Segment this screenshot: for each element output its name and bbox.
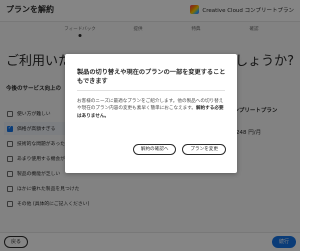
- change-plan-dialog: 製品の切り替えや現在のプランの一部を変更することもできます お客様のニーズに最適…: [65, 54, 237, 173]
- divider: [77, 90, 225, 91]
- dialog-title: 製品の切り替えや現在のプランの一部を変更することもできます: [77, 69, 226, 85]
- dialog-body: お客様のニーズに最適なプランをご紹介します。他の製品への切り替えや現在のプラン内…: [77, 98, 227, 120]
- change-plan-button[interactable]: プランを変更: [182, 144, 226, 155]
- confirm-cancel-button[interactable]: 解約の確認へ: [132, 144, 177, 155]
- dialog-buttons: 解約の確認へ プランを変更: [132, 144, 226, 155]
